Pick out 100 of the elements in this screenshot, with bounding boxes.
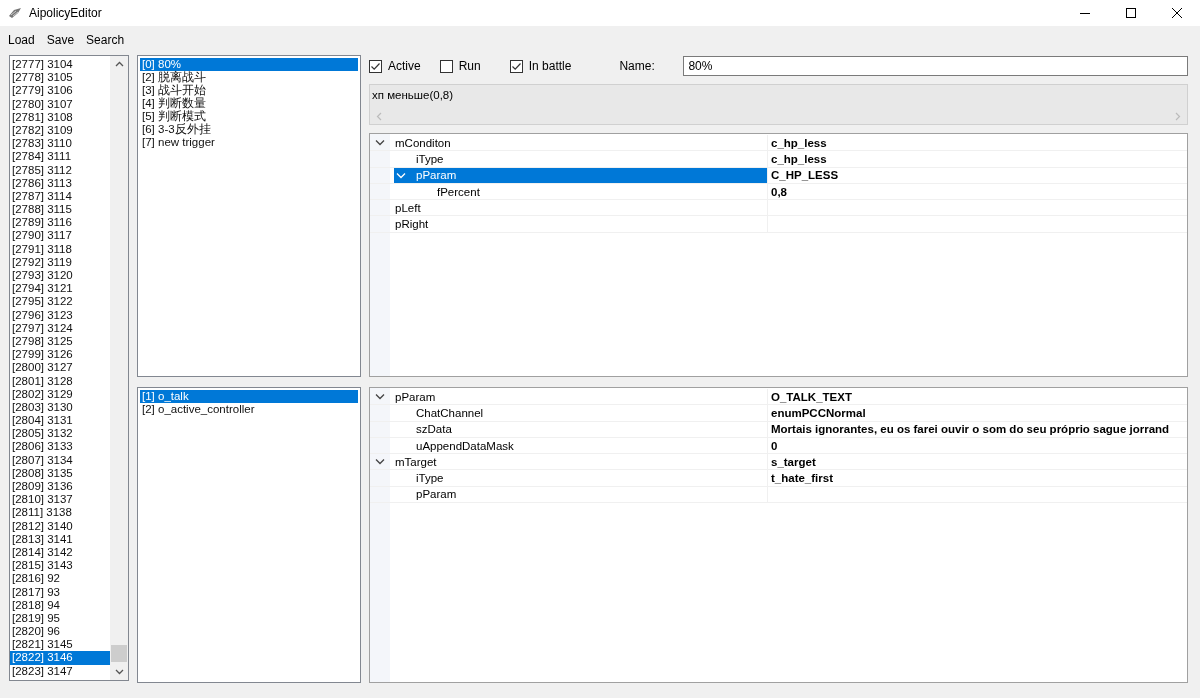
list-item[interactable]: [2818] 94	[10, 598, 110, 612]
list-item[interactable]: [2784] 3111	[10, 150, 110, 164]
list-item[interactable]: [2813] 3141	[10, 532, 110, 546]
list-item[interactable]: [2805] 3132	[10, 427, 110, 441]
chevron-icon[interactable]	[375, 393, 385, 401]
list-item[interactable]: [2808] 3135	[10, 466, 110, 480]
property-value[interactable]: O_TALK_TEXT	[771, 390, 852, 403]
list-item[interactable]: [2819] 95	[10, 611, 110, 626]
list-item[interactable]: [2798] 3125	[10, 334, 110, 349]
list-item[interactable]: [2814] 3142	[10, 545, 110, 560]
list-item[interactable]: [4] 判断数量	[140, 97, 358, 110]
list-item[interactable]: [2781] 3108	[10, 110, 110, 124]
list-item[interactable]: [1] o_talk	[140, 390, 358, 403]
list-item[interactable]: [2807] 3134	[10, 453, 110, 467]
list-item[interactable]: [2788] 3115	[10, 203, 110, 217]
list-item[interactable]: [2799] 3126	[10, 348, 110, 362]
list-item[interactable]: [2795] 3122	[10, 295, 110, 309]
list-item[interactable]: [2811] 3138	[10, 506, 110, 520]
chevron-icon[interactable]	[375, 458, 385, 466]
menu-item[interactable]: Search	[80, 32, 131, 47]
close-icon[interactable]	[1172, 8, 1182, 18]
property-value[interactable]: c_hp_less	[771, 136, 827, 149]
app-icon	[8, 7, 22, 19]
checkbox[interactable]	[439, 59, 453, 73]
list-item[interactable]: [2817] 93	[10, 585, 110, 599]
list-item[interactable]: [2810] 3137	[10, 493, 110, 507]
list-item[interactable]: [2816] 92	[10, 572, 110, 586]
list-item[interactable]: [2790] 3117	[10, 229, 110, 243]
property-name[interactable]: mTarget	[395, 455, 437, 468]
list-item[interactable]: [6] 3-3反外挂	[140, 123, 358, 136]
checkbox[interactable]	[509, 59, 523, 73]
scrollbar-thumb[interactable]	[111, 645, 127, 662]
scroll-down-icon[interactable]	[114, 669, 124, 675]
list-item[interactable]: [2806] 3133	[10, 440, 110, 454]
property-value[interactable]: s_target	[771, 455, 816, 468]
property-name[interactable]: pParam	[395, 390, 436, 403]
chevron-icon[interactable]	[375, 139, 385, 147]
menu-item[interactable]: Save	[40, 32, 81, 47]
property-value[interactable]: Mortais ignorantes, eu os farei ouvir o som do seu próprio sague jorrand	[771, 423, 1170, 436]
list-item[interactable]: [2822] 3146	[10, 651, 110, 665]
property-value[interactable]: enumPCCNormal	[771, 406, 866, 419]
property-name[interactable]: ChatChannel	[416, 406, 484, 419]
property-value[interactable]: t_hate_first	[771, 472, 833, 485]
name-label: Name:	[619, 59, 656, 73]
list-item[interactable]: [2] o_active_controller	[140, 403, 358, 416]
list-item[interactable]: [2802] 3129	[10, 387, 110, 401]
list-item[interactable]: [2791] 3118	[10, 242, 110, 256]
checkbox-label: Run	[458, 59, 481, 73]
property-name[interactable]: fPercent	[437, 185, 480, 198]
property-name[interactable]: iType	[416, 152, 444, 165]
list-item[interactable]: [2794] 3121	[10, 282, 110, 296]
list-item[interactable]: [2789] 3116	[10, 216, 110, 230]
property-value[interactable]: 0,8	[771, 185, 787, 198]
list-item[interactable]: [2] 脱离战斗	[140, 71, 358, 84]
property-name[interactable]: pParam	[416, 488, 457, 501]
property-name[interactable]: pLeft	[395, 201, 421, 214]
list-item[interactable]: [2803] 3130	[10, 400, 110, 415]
menu-item[interactable]: Load	[2, 32, 41, 47]
list-item[interactable]: [2782] 3109	[10, 123, 110, 138]
checkbox[interactable]	[369, 59, 382, 73]
window-title: AipolicyEditor	[29, 6, 102, 20]
list-item[interactable]: [2780] 3107	[10, 97, 110, 111]
list-item[interactable]: [2786] 3113	[10, 176, 110, 190]
list-item[interactable]: [2804] 3131	[10, 414, 110, 428]
list-item[interactable]: [2792] 3119	[10, 255, 110, 269]
property-value[interactable]: c_hp_less	[771, 152, 827, 165]
list-item[interactable]: [2809] 3136	[10, 480, 110, 494]
list-item[interactable]: [2800] 3127	[10, 361, 110, 375]
list-item[interactable]: [2778] 3105	[10, 71, 110, 85]
list-item[interactable]: [2779] 3106	[10, 84, 110, 98]
list-item[interactable]: [2793] 3120	[10, 269, 110, 283]
list-item[interactable]: [2777] 3104	[10, 58, 110, 72]
list-item[interactable]: [2812] 3140	[10, 519, 110, 533]
property-value[interactable]: 0	[771, 439, 778, 452]
list-item[interactable]: [2783] 3110	[10, 137, 110, 151]
list-item[interactable]: [2787] 3114	[10, 189, 110, 204]
scroll-up-icon[interactable]	[114, 61, 124, 67]
property-value[interactable]: C_HP_LESS	[771, 169, 839, 182]
property-name[interactable]: mConditon	[395, 136, 451, 149]
property-name[interactable]: pParam	[416, 169, 457, 182]
list-item[interactable]: [0] 80%	[140, 58, 358, 71]
property-name[interactable]: iType	[416, 472, 444, 485]
list-item[interactable]: [2797] 3124	[10, 321, 110, 335]
list-item[interactable]: [7] new trigger	[140, 136, 358, 149]
list-item[interactable]: [2823] 3147	[10, 664, 110, 678]
list-item[interactable]: [5] 判断模式	[140, 110, 358, 123]
list-item[interactable]: [2796] 3123	[10, 308, 110, 322]
scrollbar[interactable]	[110, 56, 128, 680]
property-name[interactable]: pRight	[395, 218, 429, 231]
list-item[interactable]: [3] 战斗开始	[140, 84, 358, 97]
list-item[interactable]: [2815] 3143	[10, 559, 110, 573]
list-item[interactable]: [2820] 96	[10, 625, 110, 639]
list-item[interactable]: [2821] 3145	[10, 638, 110, 652]
description-text: хп меньше(0,8)	[371, 88, 455, 101]
property-name[interactable]: uAppendDataMask	[416, 439, 514, 452]
maximize-icon[interactable]	[1126, 8, 1136, 18]
property-name[interactable]: szData	[416, 423, 452, 436]
list-item[interactable]: [2801] 3128	[10, 374, 110, 388]
list-item[interactable]: [2785] 3112	[10, 163, 110, 177]
name-field[interactable]: 80%	[683, 56, 1188, 76]
